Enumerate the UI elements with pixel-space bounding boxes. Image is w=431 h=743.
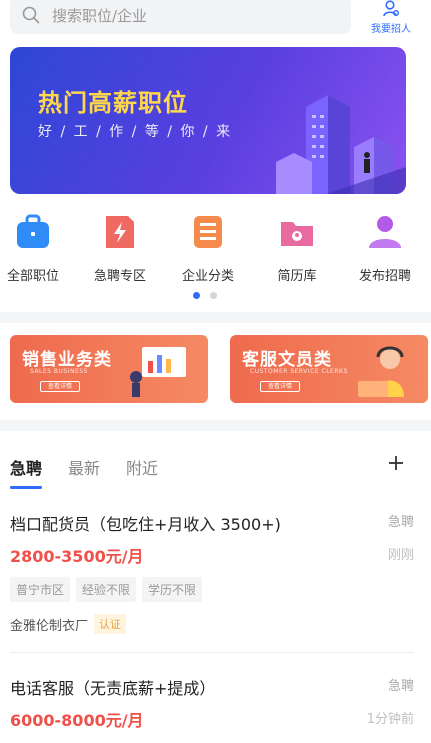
urgent-tag: 急聘 bbox=[387, 679, 414, 694]
active-tab-indicator bbox=[10, 486, 42, 489]
job-card[interactable]: 电话客服（无责底薪+提成） 急聘 6000-8000元/月 1分钟前 bbox=[10, 675, 414, 743]
promo-detail-button[interactable]: 查看详情 bbox=[40, 381, 80, 392]
page-dot[interactable] bbox=[210, 292, 217, 299]
promo-card-sales[interactable]: 销售业务类 SALES BUSINESS 查看详情 bbox=[10, 335, 208, 403]
city-buildings-illustration bbox=[276, 95, 406, 194]
banner-title: 热门高薪职位 bbox=[38, 89, 188, 117]
verified-badge: 认证 bbox=[94, 614, 127, 634]
quick-nav-resume-bank[interactable]: 简历库 bbox=[260, 212, 334, 284]
search-placeholder: 搜索职位/企业 bbox=[52, 6, 148, 25]
quick-nav-label: 发布招聘 bbox=[358, 269, 411, 284]
promo-subtitle: SALES BUSINESS bbox=[30, 368, 88, 375]
list-icon bbox=[194, 216, 222, 248]
recruit-label: 我要招人 bbox=[371, 24, 411, 35]
job-title: 档口配货员（包吃住+月收入 3500+) bbox=[10, 515, 281, 534]
urgent-tag: 急聘 bbox=[387, 515, 414, 530]
quick-nav-label: 全部职位 bbox=[6, 269, 59, 284]
promo-subtitle: CUSTOMER SERVICE CLERKS bbox=[250, 368, 348, 375]
experience-chip: 经验不限 bbox=[76, 577, 137, 602]
promo-card-customer-service[interactable]: 客服文员类 CUSTOMER SERVICE CLERKS 查看详情 bbox=[230, 335, 428, 403]
search-input[interactable]: 搜索职位/企业 bbox=[10, 0, 351, 34]
job-salary: 6000-8000元/月 bbox=[10, 711, 144, 730]
page-dot-active[interactable] bbox=[193, 292, 200, 299]
quick-nav: 全部职位 急聘专区 企业分类 简历库 发布招聘 bbox=[0, 212, 431, 292]
search-icon bbox=[22, 6, 40, 24]
job-card[interactable]: 档口配货员（包吃住+月收入 3500+) 急聘 2800-3500元/月 刚刚 … bbox=[10, 511, 414, 641]
presentation-board-illustration bbox=[130, 347, 186, 397]
job-list-tabs: 急聘 最新 附近 bbox=[0, 445, 431, 491]
job-time: 1分钟前 bbox=[366, 712, 414, 727]
top-bar: 搜索职位/企业 我要招人 bbox=[0, 0, 431, 42]
promo-title: 客服文员类 bbox=[242, 350, 332, 370]
quick-nav-post-job[interactable]: 发布招聘 bbox=[348, 212, 422, 284]
quick-nav-company-category[interactable]: 企业分类 bbox=[171, 212, 245, 284]
company-row: 金雅伦制衣厂 认证 bbox=[10, 614, 127, 634]
quick-nav-urgent[interactable]: 急聘专区 bbox=[83, 212, 157, 284]
quick-nav-label: 企业分类 bbox=[181, 269, 234, 284]
headset-agent-illustration bbox=[358, 346, 404, 397]
job-title: 电话客服（无责底薪+提成） bbox=[10, 679, 216, 698]
company-name: 金雅伦制衣厂 bbox=[10, 618, 89, 634]
recruiter-icon bbox=[383, 0, 399, 17]
education-chip: 学历不限 bbox=[142, 577, 203, 602]
banner-subtitle: 好 / 工 / 作 / 等 / 你 / 来 bbox=[38, 124, 233, 140]
job-time: 刚刚 bbox=[387, 548, 414, 563]
section-divider bbox=[0, 420, 431, 431]
tab-urgent[interactable]: 急聘 bbox=[10, 455, 42, 479]
section-divider bbox=[0, 312, 431, 323]
quick-nav-all-jobs[interactable]: 全部职位 bbox=[0, 212, 70, 284]
briefcase-icon bbox=[17, 214, 49, 248]
quick-nav-label: 简历库 bbox=[277, 269, 317, 284]
person-icon bbox=[369, 216, 401, 248]
app-screen: 搜索职位/企业 我要招人 热门高薪职位 好 / 工 / 作 / 等 / 你 / … bbox=[0, 0, 431, 743]
promo-title: 销售业务类 bbox=[22, 350, 112, 370]
tab-nearby[interactable]: 附近 bbox=[126, 455, 158, 479]
folder-icon bbox=[281, 222, 313, 246]
location-chip: 普宁市区 bbox=[10, 577, 71, 602]
list-divider bbox=[10, 652, 414, 653]
carousel-indicator bbox=[193, 292, 217, 299]
quick-nav-label: 急聘专区 bbox=[93, 269, 146, 284]
job-salary: 2800-3500元/月 bbox=[10, 547, 144, 566]
tab-latest[interactable]: 最新 bbox=[68, 455, 100, 479]
promo-detail-button[interactable]: 查看详情 bbox=[260, 381, 300, 392]
hero-banner[interactable]: 热门高薪职位 好 / 工 / 作 / 等 / 你 / 来 bbox=[10, 47, 406, 194]
lightning-doc-icon bbox=[106, 216, 134, 248]
recruit-button[interactable]: 我要招人 bbox=[366, 0, 416, 36]
job-tags: 普宁市区 经验不限 学历不限 bbox=[10, 577, 203, 602]
plus-icon[interactable] bbox=[386, 453, 406, 473]
